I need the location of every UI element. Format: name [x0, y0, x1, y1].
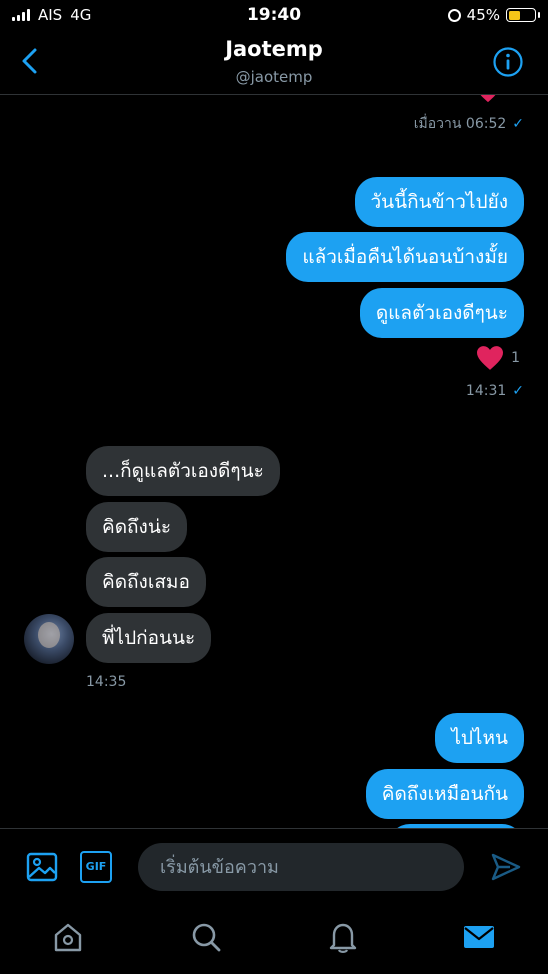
battery-icon [506, 8, 540, 22]
mail-icon[interactable] [462, 920, 496, 954]
outgoing-message[interactable]: คิดถึงเหมือนกัน [365, 769, 524, 819]
rotation-lock-icon [447, 8, 461, 22]
info-icon[interactable] [492, 46, 524, 78]
outgoing-message[interactable]: แล้วเมื่อคืนได้นอนบ้างมั้ย [286, 232, 524, 282]
conversation-title[interactable]: Jaotemp [0, 37, 548, 61]
outgoing-message[interactable]: ไปไหน [435, 713, 524, 763]
message-timestamp: เมื่อวาน 06:52 ✓ [413, 116, 524, 132]
sent-check-icon: ✓ [512, 383, 524, 399]
message-list[interactable]: เมื่อวาน 06:52 ✓ วันนี้กินข้าวไปยัง แล้วเ… [0, 95, 548, 828]
message-timestamp: 14:31 ✓ [465, 383, 524, 399]
battery-percent: 45% [466, 6, 500, 24]
outgoing-message[interactable]: ดูแลตัวเองดีๆนะ [359, 288, 524, 338]
search-icon[interactable] [189, 920, 223, 954]
incoming-message[interactable]: พี่ไปก่อนนะ [86, 613, 212, 663]
status-bar: AIS 4G 19:40 45% [0, 0, 548, 32]
conversation-handle: @jaotemp [235, 68, 313, 86]
send-icon[interactable] [490, 851, 522, 883]
incoming-message[interactable]: คิดถึงเสมอ [86, 557, 206, 607]
sent-check-icon: ✓ [512, 116, 524, 132]
incoming-message[interactable]: คิดถึงน่ะ [86, 502, 188, 552]
bottom-tab-bar [0, 904, 548, 974]
message-input[interactable] [138, 843, 464, 891]
message-composer: GIF [0, 828, 548, 905]
image-icon[interactable] [26, 851, 58, 883]
outgoing-message[interactable]: วันนี้กินข้าวไปยัง [354, 177, 524, 227]
home-icon[interactable] [51, 920, 85, 954]
message-timestamp: 14:35 [86, 674, 127, 690]
gif-icon[interactable]: GIF [80, 851, 112, 883]
conversation-header: Jaotemp @jaotemp [0, 32, 548, 95]
message-like[interactable]: 1 [475, 345, 520, 371]
heart-icon [477, 346, 504, 370]
heart-icon [480, 95, 496, 103]
incoming-message[interactable]: ...ก็ดูแลตัวเองดีๆนะ [86, 446, 280, 496]
avatar[interactable] [24, 614, 74, 664]
bell-icon[interactable] [326, 920, 360, 954]
like-count: 1 [511, 350, 520, 366]
